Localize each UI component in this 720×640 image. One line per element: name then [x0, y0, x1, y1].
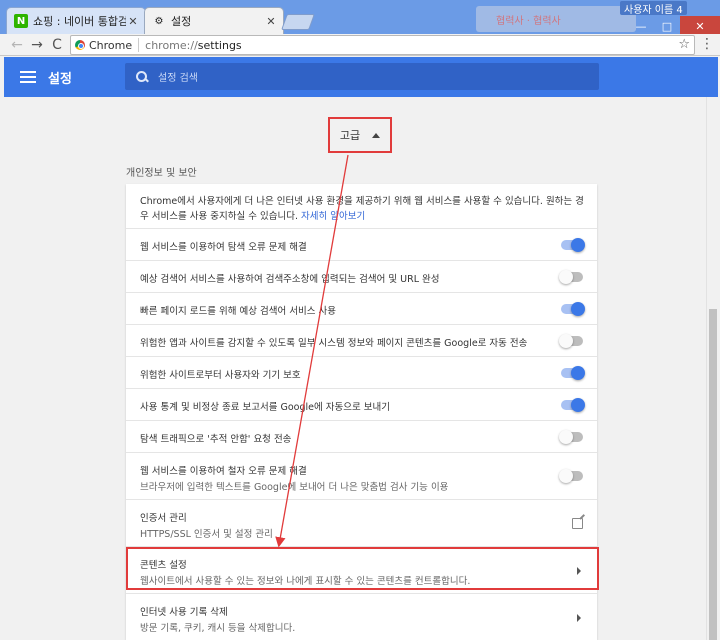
profile-button[interactable]: 사용자 이름 4 — [620, 1, 687, 16]
gear-icon: ⚙ — [154, 15, 164, 27]
scrollbar[interactable] — [706, 97, 718, 640]
intro-text: Chrome에서 사용자에게 더 나은 인터넷 사용 환경을 제공하기 위해 웹… — [140, 196, 584, 222]
forward-button[interactable]: → — [27, 36, 47, 54]
site-info-badge[interactable]: Chrome — [71, 38, 140, 52]
setting-row-clear-browsing-data[interactable]: 인터넷 사용 기록 삭제 방문 기록, 쿠키, 캐시 등을 삭제합니다. — [126, 593, 597, 640]
toggle-knob — [559, 430, 573, 444]
maximize-button[interactable]: □ — [654, 16, 680, 36]
search-icon — [136, 70, 148, 83]
chrome-icon — [75, 40, 85, 50]
learn-more-link[interactable]: 자세히 알아보기 — [301, 211, 365, 222]
open-external-icon[interactable] — [572, 518, 583, 529]
close-window-button[interactable]: ✕ — [680, 16, 720, 36]
setting-sublabel: HTTPS/SSL 인증서 및 설정 관리 — [140, 529, 273, 540]
section-title: 개인정보 및 보안 — [126, 168, 197, 179]
address-bar[interactable]: Chrome chrome://settings ☆ — [70, 35, 695, 55]
privacy-security-card: Chrome에서 사용자에게 더 나은 인터넷 사용 환경을 제공하기 위해 웹… — [126, 184, 597, 640]
settings-search-input[interactable]: 설정 검색 — [125, 63, 599, 90]
toggle-switch[interactable] — [561, 302, 585, 316]
tab-settings[interactable]: ⚙ 설정 ✕ — [144, 7, 284, 34]
chevron-right-icon — [577, 567, 581, 575]
bookmark-star-icon[interactable]: ☆ — [678, 37, 690, 52]
setting-row-preload-pages[interactable]: 빠른 페이지 로드를 위해 예상 검색어 서비스 사용 — [126, 292, 597, 324]
settings-header: 설정 설정 검색 — [4, 57, 718, 97]
url-path: settings — [197, 38, 242, 52]
setting-label: 인터넷 사용 기록 삭제 — [140, 607, 228, 618]
toggle-knob — [559, 270, 573, 284]
new-tab-button[interactable] — [281, 14, 315, 30]
setting-row-spelling-service[interactable]: 웹 서비스를 이용하여 철자 오류 문제 해결 브라우저에 입력한 텍스트를 G… — [126, 452, 597, 499]
setting-label: 빠른 페이지 로드를 위해 예상 검색어 서비스 사용 — [140, 306, 336, 317]
toggle-switch[interactable] — [559, 430, 583, 444]
site-info-label: Chrome — [89, 38, 133, 52]
setting-row-do-not-track[interactable]: 탐색 트래픽으로 '추적 안함' 요청 전송 — [126, 420, 597, 452]
page-title: 설정 — [48, 71, 72, 87]
url-text[interactable]: chrome://settings — [139, 39, 242, 52]
setting-label: 인증서 관리 — [140, 513, 187, 524]
setting-label: 사용 통계 및 비정상 종료 보고서를 Google에 자동으로 보내기 — [140, 402, 390, 413]
tab-naver-shopping[interactable]: N 쇼핑 : 네이버 통합검색 ✕ — [6, 7, 146, 34]
browser-toolbar: ← → C Chrome chrome://settings ☆ ⋮ — [0, 34, 720, 56]
url-scheme: chrome:// — [145, 38, 198, 52]
tab-title: 쇼핑 : 네이버 통합검색 — [33, 15, 126, 28]
reload-button[interactable]: C — [47, 36, 67, 54]
hamburger-menu-icon[interactable] — [20, 71, 36, 83]
setting-row-search-prediction[interactable]: 예상 검색어 서비스를 사용하여 검색주소창에 입력되는 검색어 및 URL 완… — [126, 260, 597, 292]
toggle-switch[interactable] — [559, 334, 583, 348]
setting-sublabel: 브라우저에 입력한 텍스트를 Google에 보내어 더 나은 맞춤법 검사 기… — [140, 482, 449, 493]
naver-icon: N — [14, 14, 28, 28]
search-placeholder: 설정 검색 — [158, 73, 198, 84]
advanced-label: 고급 — [339, 129, 361, 142]
close-icon[interactable]: ✕ — [126, 15, 140, 28]
tab-strip: N 쇼핑 : 네이버 통합검색 ✕ ⚙ 설정 ✕ 협력사 · 협력사 사용자 이… — [0, 0, 720, 36]
setting-label: 위험한 앱과 사이트를 감지할 수 있도록 일부 시스템 정보와 페이지 콘텐츠… — [140, 338, 528, 349]
setting-row-usage-stats[interactable]: 사용 통계 및 비정상 종료 보고서를 Google에 자동으로 보내기 — [126, 388, 597, 420]
tab-title: 설정 — [171, 15, 192, 28]
setting-label: 콘텐츠 설정 — [140, 560, 187, 571]
toggle-knob — [559, 469, 573, 483]
background-window-text: 협력사 · 협력사 — [496, 16, 561, 27]
minimize-button[interactable]: — — [628, 16, 654, 36]
setting-sublabel: 방문 기록, 쿠키, 캐시 등을 삭제합니다. — [140, 623, 296, 634]
advanced-toggle-button[interactable]: 고급 — [328, 117, 392, 153]
setting-label: 웹 서비스를 이용하여 탐색 오류 문제 해결 — [140, 242, 307, 253]
close-icon[interactable]: ✕ — [264, 15, 278, 28]
setting-label: 탐색 트래픽으로 '추적 안함' 요청 전송 — [140, 434, 292, 445]
toggle-knob — [559, 334, 573, 348]
scrollbar-thumb[interactable] — [709, 309, 717, 640]
setting-sublabel: 웹사이트에서 사용할 수 있는 정보와 나에게 표시할 수 있는 콘텐츠를 컨트… — [140, 576, 471, 587]
setting-row-safe-browsing-reports[interactable]: 위험한 앱과 사이트를 감지할 수 있도록 일부 시스템 정보와 페이지 콘텐츠… — [126, 324, 597, 356]
setting-label: 예상 검색어 서비스를 사용하여 검색주소창에 입력되는 검색어 및 URL 완… — [140, 274, 440, 285]
setting-label: 웹 서비스를 이용하여 철자 오류 문제 해결 — [140, 466, 307, 477]
toggle-switch[interactable] — [561, 238, 585, 252]
setting-row-manage-certificates[interactable]: 인증서 관리 HTTPS/SSL 인증서 및 설정 관리 — [126, 499, 597, 546]
caret-up-icon — [372, 132, 381, 138]
toggle-switch[interactable] — [561, 398, 585, 412]
toggle-switch[interactable] — [559, 270, 583, 284]
intro-row: Chrome에서 사용자에게 더 나은 인터넷 사용 환경을 제공하기 위해 웹… — [126, 184, 597, 228]
toggle-knob — [571, 302, 585, 316]
toggle-knob — [571, 366, 585, 380]
toggle-switch[interactable] — [559, 469, 583, 483]
setting-row-navigation-errors[interactable]: 웹 서비스를 이용하여 탐색 오류 문제 해결 — [126, 228, 597, 260]
toggle-knob — [571, 398, 585, 412]
toggle-switch[interactable] — [561, 366, 585, 380]
setting-label: 위험한 사이트로부터 사용자와 기기 보호 — [140, 370, 301, 381]
setting-row-content-settings[interactable]: 콘텐츠 설정 웹사이트에서 사용할 수 있는 정보와 나에게 표시할 수 있는 … — [126, 546, 597, 593]
setting-row-safe-browsing[interactable]: 위험한 사이트로부터 사용자와 기기 보호 — [126, 356, 597, 388]
chevron-right-icon — [577, 614, 581, 622]
toggle-knob — [571, 238, 585, 252]
back-button[interactable]: ← — [7, 36, 27, 54]
more-menu-icon[interactable]: ⋮ — [700, 36, 714, 52]
